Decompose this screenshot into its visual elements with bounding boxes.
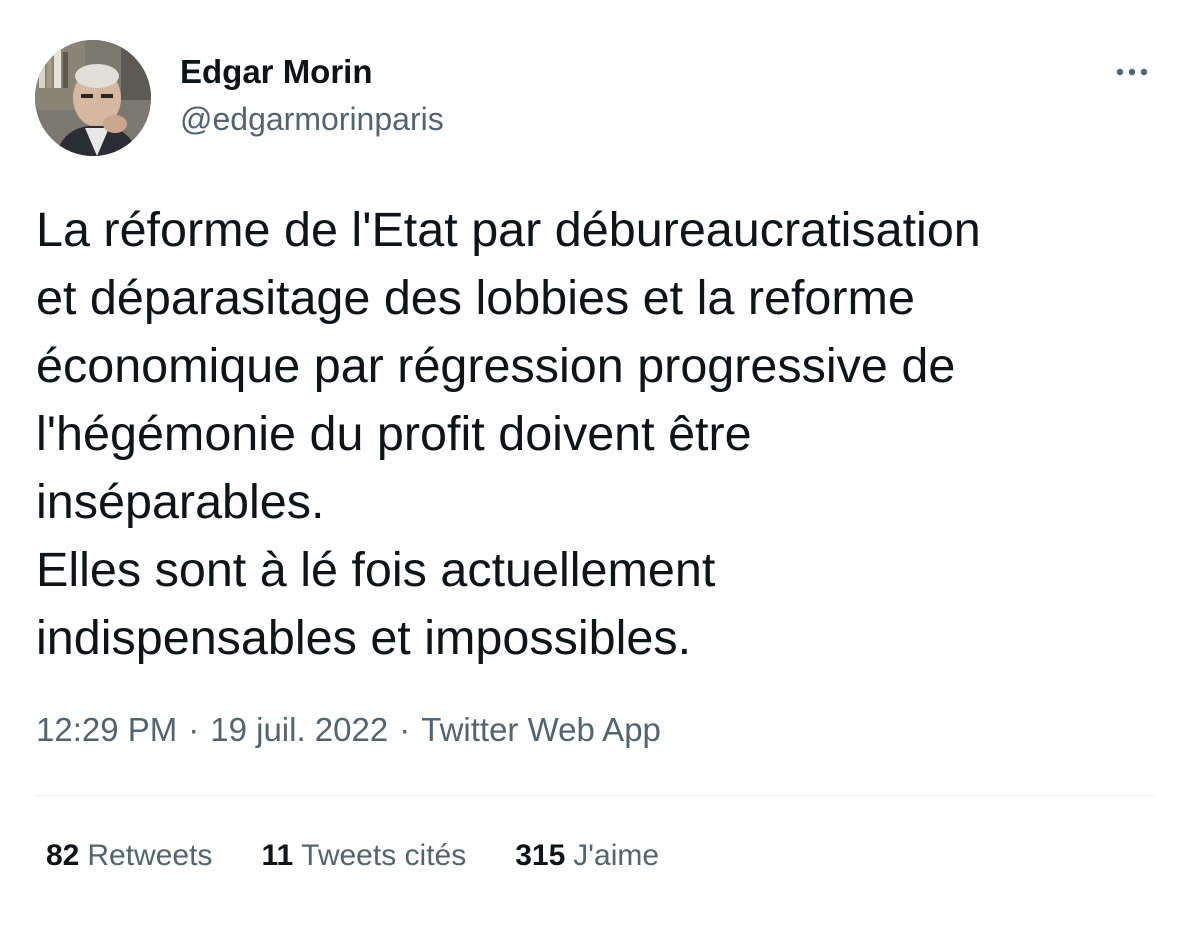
retweets-label: Retweets bbox=[87, 839, 213, 872]
tweet-date[interactable]: 19 juil. 2022 bbox=[210, 711, 388, 748]
quote-tweets-label: Tweets cités bbox=[301, 839, 467, 872]
tweet-text-line: Elles sont à lé fois actuellement bbox=[36, 543, 716, 597]
quote-tweets-stat[interactable]: 11 Tweets cités bbox=[261, 839, 466, 873]
likes-stat[interactable]: 315 J'aime bbox=[515, 839, 659, 873]
meta-separator: · bbox=[399, 711, 411, 748]
tweet-text-line: inséparables. bbox=[36, 475, 325, 529]
author-name[interactable]: Edgar Morin bbox=[180, 53, 373, 91]
retweets-count: 82 bbox=[46, 839, 80, 872]
likes-label: J'aime bbox=[573, 839, 660, 872]
tweet-stats: 82 Retweets 11 Tweets cités 315 J'aime bbox=[46, 839, 708, 873]
tweet-text: La réforme de l'Etat par débureaucratisa… bbox=[36, 196, 1166, 672]
divider bbox=[35, 795, 1156, 796]
more-horizontal-icon bbox=[1116, 68, 1148, 76]
tweet-text-line: l'hégémonie du profit doivent être bbox=[36, 407, 752, 461]
author-handle[interactable]: @edgarmorinparis bbox=[180, 101, 444, 138]
tweet-text-line: économique par régression progressive de bbox=[36, 339, 956, 393]
tweet-text-line: et déparasitage des lobbies et la reform… bbox=[36, 271, 915, 325]
more-options-button[interactable] bbox=[1108, 52, 1156, 92]
avatar[interactable] bbox=[35, 40, 151, 156]
tweet-time[interactable]: 12:29 PM bbox=[36, 711, 177, 748]
tweet-text-line: indispensables et impossibles. bbox=[36, 611, 692, 665]
tweet-meta: 12:29 PM · 19 juil. 2022 · Twitter Web App bbox=[36, 711, 661, 749]
likes-count: 315 bbox=[515, 839, 566, 872]
tweet-text-line: La réforme de l'Etat par débureaucratisa… bbox=[36, 203, 981, 257]
quote-tweets-count: 11 bbox=[261, 839, 294, 872]
meta-separator: · bbox=[188, 711, 200, 748]
tweet-source[interactable]: Twitter Web App bbox=[421, 711, 661, 748]
avatar-photo bbox=[35, 40, 151, 156]
retweets-stat[interactable]: 82 Retweets bbox=[46, 839, 212, 873]
